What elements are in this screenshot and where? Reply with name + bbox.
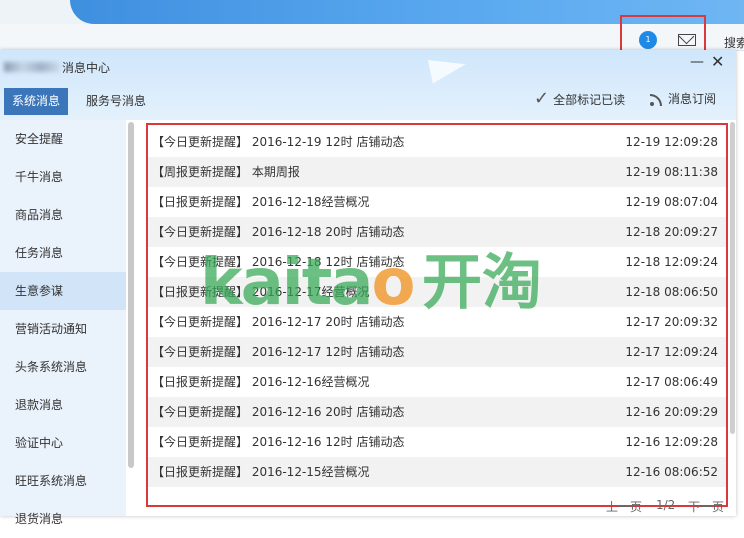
sidebar: 安全提醒 千牛消息 商品消息 任务消息 生意参谋 营销活动通知 头条系统消息 退… (0, 120, 126, 526)
message-title: 【今日更新提醒】 2016-12-16 12时 店铺动态 (152, 435, 405, 449)
sidebar-item-return[interactable]: 退货消息 (0, 500, 126, 538)
message-title: 【周报更新提醒】 本期周报 (152, 165, 300, 179)
list-item[interactable]: 【日报更新提醒】 2016-12-17经营概况 12-18 08:06:50 (148, 277, 726, 307)
prev-page-link[interactable]: 上一页 (606, 498, 642, 515)
message-title: 【日报更新提醒】 2016-12-15经营概况 (152, 465, 370, 479)
list-item[interactable]: 【今日更新提醒】 2016-12-19 12时 店铺动态 12-19 12:09… (148, 127, 726, 157)
list-item[interactable]: 【今日更新提醒】 2016-12-18 12时 店铺动态 12-18 12:09… (148, 247, 726, 277)
sidebar-scrollbar[interactable] (128, 122, 134, 468)
sidebar-item-task[interactable]: 任务消息 (0, 234, 126, 272)
list-item[interactable]: 【今日更新提醒】 2016-12-18 20时 店铺动态 12-18 20:09… (148, 217, 726, 247)
subscribe-label: 消息订阅 (668, 92, 717, 106)
message-title: 【日报更新提醒】 2016-12-16经营概况 (152, 375, 370, 389)
list-item[interactable]: 【今日更新提醒】 2016-12-17 20时 店铺动态 12-17 20:09… (148, 307, 726, 337)
message-time: 12-17 12:09:24 (625, 345, 718, 359)
message-time: 12-16 20:09:29 (625, 405, 718, 419)
window-title: 消息中心 (62, 61, 111, 75)
list-item[interactable]: 【日报更新提醒】 2016-12-18经营概况 12-19 08:07:04 (148, 187, 726, 217)
close-icon[interactable]: ✕ (711, 52, 724, 71)
check-icon: ✓ (534, 88, 550, 109)
tab-service-messages[interactable]: 服务号消息 (78, 88, 154, 115)
next-page-link[interactable]: 下一页 (688, 498, 724, 515)
list-item[interactable]: 【日报更新提醒】 2016-12-15经营概况 12-16 08:06:52 (148, 457, 726, 487)
list-item[interactable]: 【周报更新提醒】 本期周报 12-19 08:11:38 (148, 157, 726, 187)
sidebar-item-headline[interactable]: 头条系统消息 (0, 348, 126, 386)
minimize-icon[interactable]: — (690, 54, 704, 70)
message-title: 【今日更新提醒】 2016-12-17 20时 店铺动态 (152, 315, 405, 329)
sidebar-item-qianniu[interactable]: 千牛消息 (0, 158, 126, 196)
search-label[interactable]: 搜索 (724, 34, 744, 51)
sidebar-item-business-advisor[interactable]: 生意参谋 (0, 272, 126, 310)
highlight-box-top (620, 15, 706, 54)
message-title: 【今日更新提醒】 2016-12-19 12时 店铺动态 (152, 135, 405, 149)
list-item[interactable]: 【今日更新提醒】 2016-12-16 12时 店铺动态 12-16 12:09… (148, 427, 726, 457)
message-time: 12-18 20:09:27 (625, 225, 718, 239)
list-item[interactable]: 【今日更新提醒】 2016-12-17 12时 店铺动态 12-17 12:09… (148, 337, 726, 367)
message-title: 【今日更新提醒】 2016-12-17 12时 店铺动态 (152, 345, 405, 359)
sidebar-item-product[interactable]: 商品消息 (0, 196, 126, 234)
rss-icon (650, 92, 664, 106)
message-time: 12-19 12:09:28 (625, 135, 718, 149)
paper-plane-icon (427, 52, 469, 84)
mark-all-read-label: 全部标记已读 (553, 92, 626, 107)
message-time: 12-17 08:06:49 (625, 375, 718, 389)
message-title: 【今日更新提醒】 2016-12-18 12时 店铺动态 (152, 255, 405, 269)
message-list: 【今日更新提醒】 2016-12-19 12时 店铺动态 12-19 12:09… (146, 123, 728, 507)
message-title: 【日报更新提醒】 2016-12-17经营概况 (152, 285, 370, 299)
subscribe-button[interactable]: 消息订阅 (650, 90, 716, 107)
blurred-username (4, 62, 60, 72)
message-center-window: 消息中心 — ✕ 系统消息 服务号消息 ✓ 全部标记已读 消息订阅 安全提醒 千… (0, 50, 736, 526)
list-item[interactable]: 【今日更新提醒】 2016-12-16 20时 店铺动态 12-16 20:09… (148, 397, 726, 427)
message-time: 12-19 08:07:04 (625, 195, 718, 209)
list-item[interactable]: 【日报更新提醒】 2016-12-16经营概况 12-17 08:06:49 (148, 367, 726, 397)
message-title: 【今日更新提醒】 2016-12-16 20时 店铺动态 (152, 405, 405, 419)
message-time: 12-18 12:09:24 (625, 255, 718, 269)
mark-all-read-button[interactable]: ✓ 全部标记已读 (534, 90, 625, 108)
message-list-scrollbar[interactable] (730, 122, 735, 434)
message-time: 12-16 12:09:28 (625, 435, 718, 449)
sidebar-item-wangwang[interactable]: 旺旺系统消息 (0, 462, 126, 500)
message-title: 【日报更新提醒】 2016-12-18经营概况 (152, 195, 370, 209)
message-time: 12-19 08:11:38 (625, 165, 718, 179)
window-header: 消息中心 — ✕ 系统消息 服务号消息 ✓ 全部标记已读 消息订阅 (0, 50, 736, 120)
sidebar-item-refund[interactable]: 退款消息 (0, 386, 126, 424)
message-title: 【今日更新提醒】 2016-12-18 20时 店铺动态 (152, 225, 405, 239)
message-time: 12-16 08:06:52 (625, 465, 718, 479)
message-time: 12-18 08:06:50 (625, 285, 718, 299)
message-time: 12-17 20:09:32 (625, 315, 718, 329)
sidebar-item-security[interactable]: 安全提醒 (0, 120, 126, 158)
tab-system-messages[interactable]: 系统消息 (4, 88, 69, 115)
sidebar-item-verification[interactable]: 验证中心 (0, 424, 126, 462)
page-indicator: 1/2 (656, 498, 676, 512)
sidebar-item-marketing[interactable]: 营销活动通知 (0, 310, 126, 348)
